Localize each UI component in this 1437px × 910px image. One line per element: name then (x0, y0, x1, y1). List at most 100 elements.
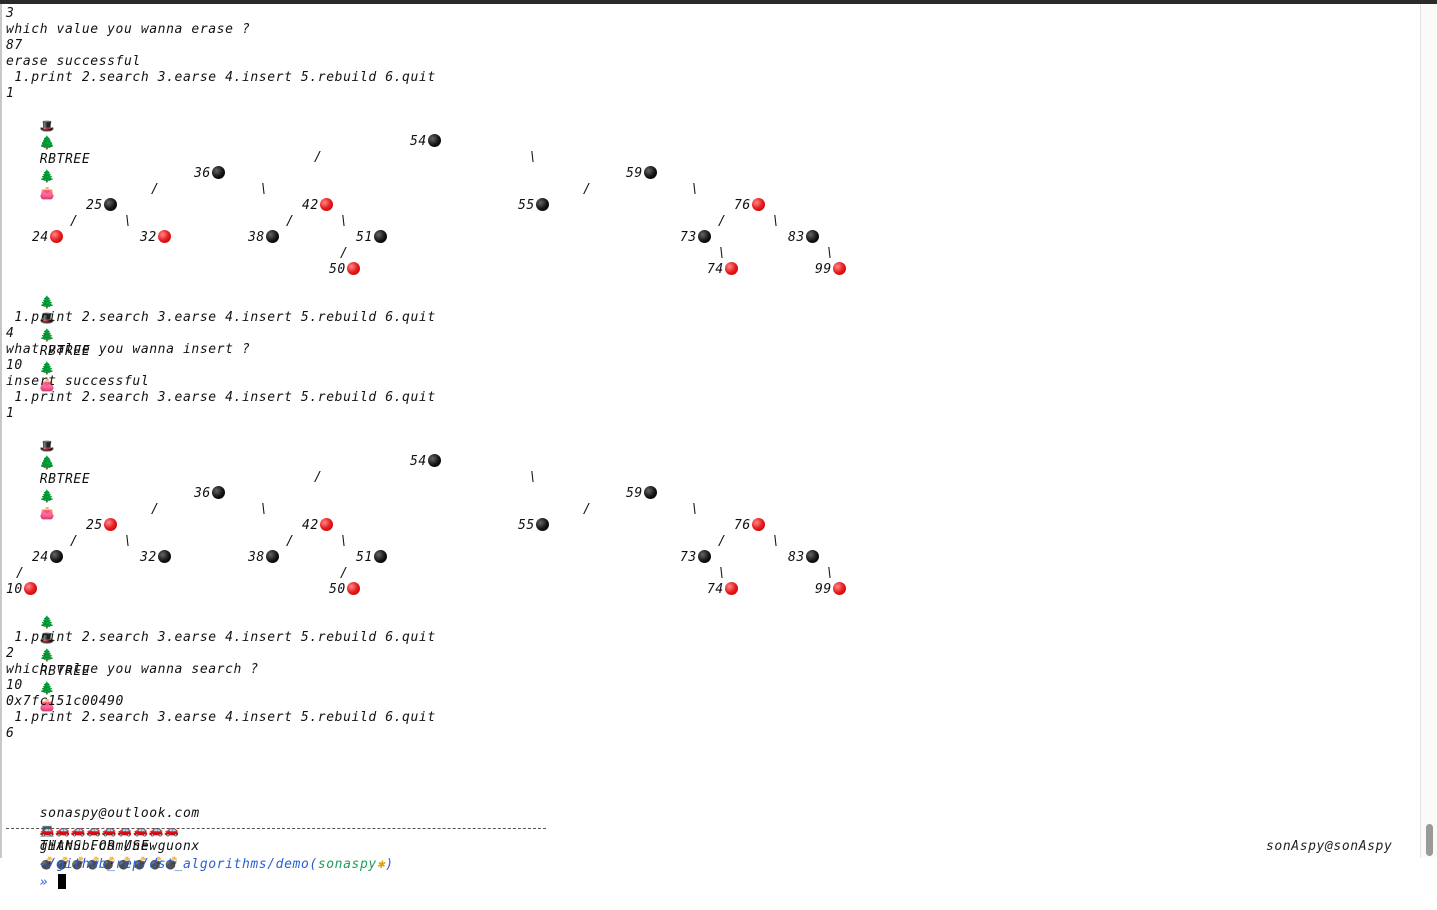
scrollbar[interactable] (1420, 4, 1437, 858)
edge-right: \ (340, 214, 349, 229)
red-node-icon (346, 262, 360, 275)
edge-right: \ (691, 182, 700, 197)
edge-right: \ (718, 566, 727, 581)
footer-divider (6, 828, 546, 829)
black-node-icon (535, 198, 549, 211)
red-node-icon (832, 262, 846, 275)
red-node-icon (751, 518, 765, 531)
red-node-icon (724, 582, 738, 595)
tree-node: 42 (302, 198, 333, 214)
terminal-output[interactable]: 3 which value you wanna erase ? 87 erase… (6, 6, 1416, 890)
edge-right: \ (124, 534, 133, 549)
edge-left: / (583, 182, 592, 197)
edge-right: \ (529, 470, 538, 485)
rbtree-banner: 🎩 🌲 RBTREE 🌲 👛 (6, 422, 90, 520)
edge-right: \ (124, 214, 133, 229)
red-node-icon (49, 230, 63, 243)
edge-left: / (314, 150, 323, 165)
edge-left: / (151, 182, 160, 197)
output-line: 2 (6, 646, 15, 661)
tree-node: 51 (356, 230, 387, 246)
rbtree-diagram-1: 54 / \ 36 59 / \ / \ 25 42 55 76 / \ / \… (6, 134, 906, 294)
edge-left: / (583, 502, 592, 517)
tree-node: 32 (140, 230, 171, 246)
text-cursor[interactable] (58, 874, 67, 889)
tree-icon: 🌲 (39, 681, 56, 695)
edge-left: / (286, 534, 295, 549)
edge-left: / (16, 566, 25, 581)
red-node-icon (319, 198, 333, 211)
rbtree-banner: 🎩 🌲 RBTREE 🌲 👛 (6, 294, 90, 392)
tree-node: 73 (680, 550, 711, 566)
window-left-edge (0, 4, 2, 858)
tree-node: 59 (626, 166, 657, 182)
red-node-icon (157, 230, 171, 243)
tree-node: 73 (680, 230, 711, 246)
window-top-edge (0, 0, 1437, 4)
car-icons: 🚗🚗🚗🚗🚗🚗🚗🚗🚗 (39, 823, 180, 837)
scrollbar-thumb[interactable] (1426, 824, 1433, 856)
shell-prompt[interactable]: ~/github_rep/dst_algorithms/demo(sonaspy… (6, 838, 394, 890)
edge-left: / (340, 566, 349, 581)
output-line: 10 (6, 678, 23, 693)
search-result-address: 0x7fc151c00490 (6, 694, 124, 709)
edge-right: \ (340, 534, 349, 549)
edge-left: / (718, 534, 727, 549)
menu-line: 1.print 2.search 3.earse 4.insert 5.rebu… (6, 310, 436, 325)
tree-node: 50 (329, 582, 360, 598)
tree-node: 76 (734, 198, 765, 214)
edge-left: / (70, 214, 79, 229)
black-node-icon (265, 230, 279, 243)
tree-node: 24 (32, 230, 63, 246)
tree-marker: 🌲 (6, 278, 55, 309)
footer-credits: sonaspy@outlook.com 💻 github.com/newguon… (6, 790, 200, 854)
tree-icon: 🌲 (39, 648, 56, 662)
tree-node: 36 (194, 166, 225, 182)
tree-node: 99 (815, 262, 846, 278)
tree-node: 50 (329, 262, 360, 278)
black-node-icon (643, 166, 657, 179)
tree-node: 38 (248, 230, 279, 246)
rbtree-banner: 🎩 🌲 RBTREE 🌲 👛 (6, 102, 90, 200)
black-node-icon (427, 454, 441, 467)
insert-status: insert successful (6, 374, 150, 389)
rbtree-diagram-2: 54 / \ 36 59 / \ / \ 25 42 55 76 / \ / \… (6, 454, 906, 614)
tree-node: 74 (707, 262, 738, 278)
black-node-icon (373, 550, 387, 563)
tree-node: 83 (788, 230, 819, 246)
output-line: 1 (6, 86, 15, 101)
menu-line: 1.print 2.search 3.earse 4.insert 5.rebu… (6, 70, 436, 85)
tree-marker: 🌲 (6, 438, 55, 469)
edge-right: \ (260, 182, 269, 197)
black-node-icon (697, 550, 711, 563)
tree-node: 24 (32, 550, 63, 566)
dirty-marker-icon: ✱ (376, 857, 386, 872)
tree-node: 83 (788, 550, 819, 566)
tree-icon: 🌲 (39, 328, 56, 342)
red-node-icon (751, 198, 765, 211)
tree-node: 54 (410, 134, 441, 150)
menu-line: 1.print 2.search 3.earse 4.insert 5.rebu… (6, 630, 436, 645)
black-node-icon (211, 486, 225, 499)
black-node-icon (103, 198, 117, 211)
edge-left: / (718, 214, 727, 229)
edge-right: \ (772, 214, 781, 229)
red-node-icon (319, 518, 333, 531)
user-host: sonAspy@sonAspy (1266, 839, 1393, 854)
rbtree-banner: 🎩 🌲 RBTREE 🌲 👛 (6, 614, 90, 712)
git-branch: sonaspy (317, 857, 377, 872)
menu-line: 1.print 2.search 3.earse 4.insert 5.rebu… (6, 710, 436, 725)
tree-node: 99 (815, 582, 846, 598)
black-node-icon (157, 550, 171, 563)
edge-left: / (70, 534, 79, 549)
tree-marker: 🌲 (6, 598, 55, 629)
black-node-icon (265, 550, 279, 563)
red-node-icon (23, 582, 37, 595)
tree-marker: 🌲 (6, 118, 55, 149)
tree-node: 32 (140, 550, 171, 566)
output-line: 10 (6, 358, 23, 373)
output-line: 1 (6, 406, 15, 421)
tree-node: 38 (248, 550, 279, 566)
edge-left: / (340, 246, 349, 261)
tree-icon: 🌲 (39, 361, 56, 375)
